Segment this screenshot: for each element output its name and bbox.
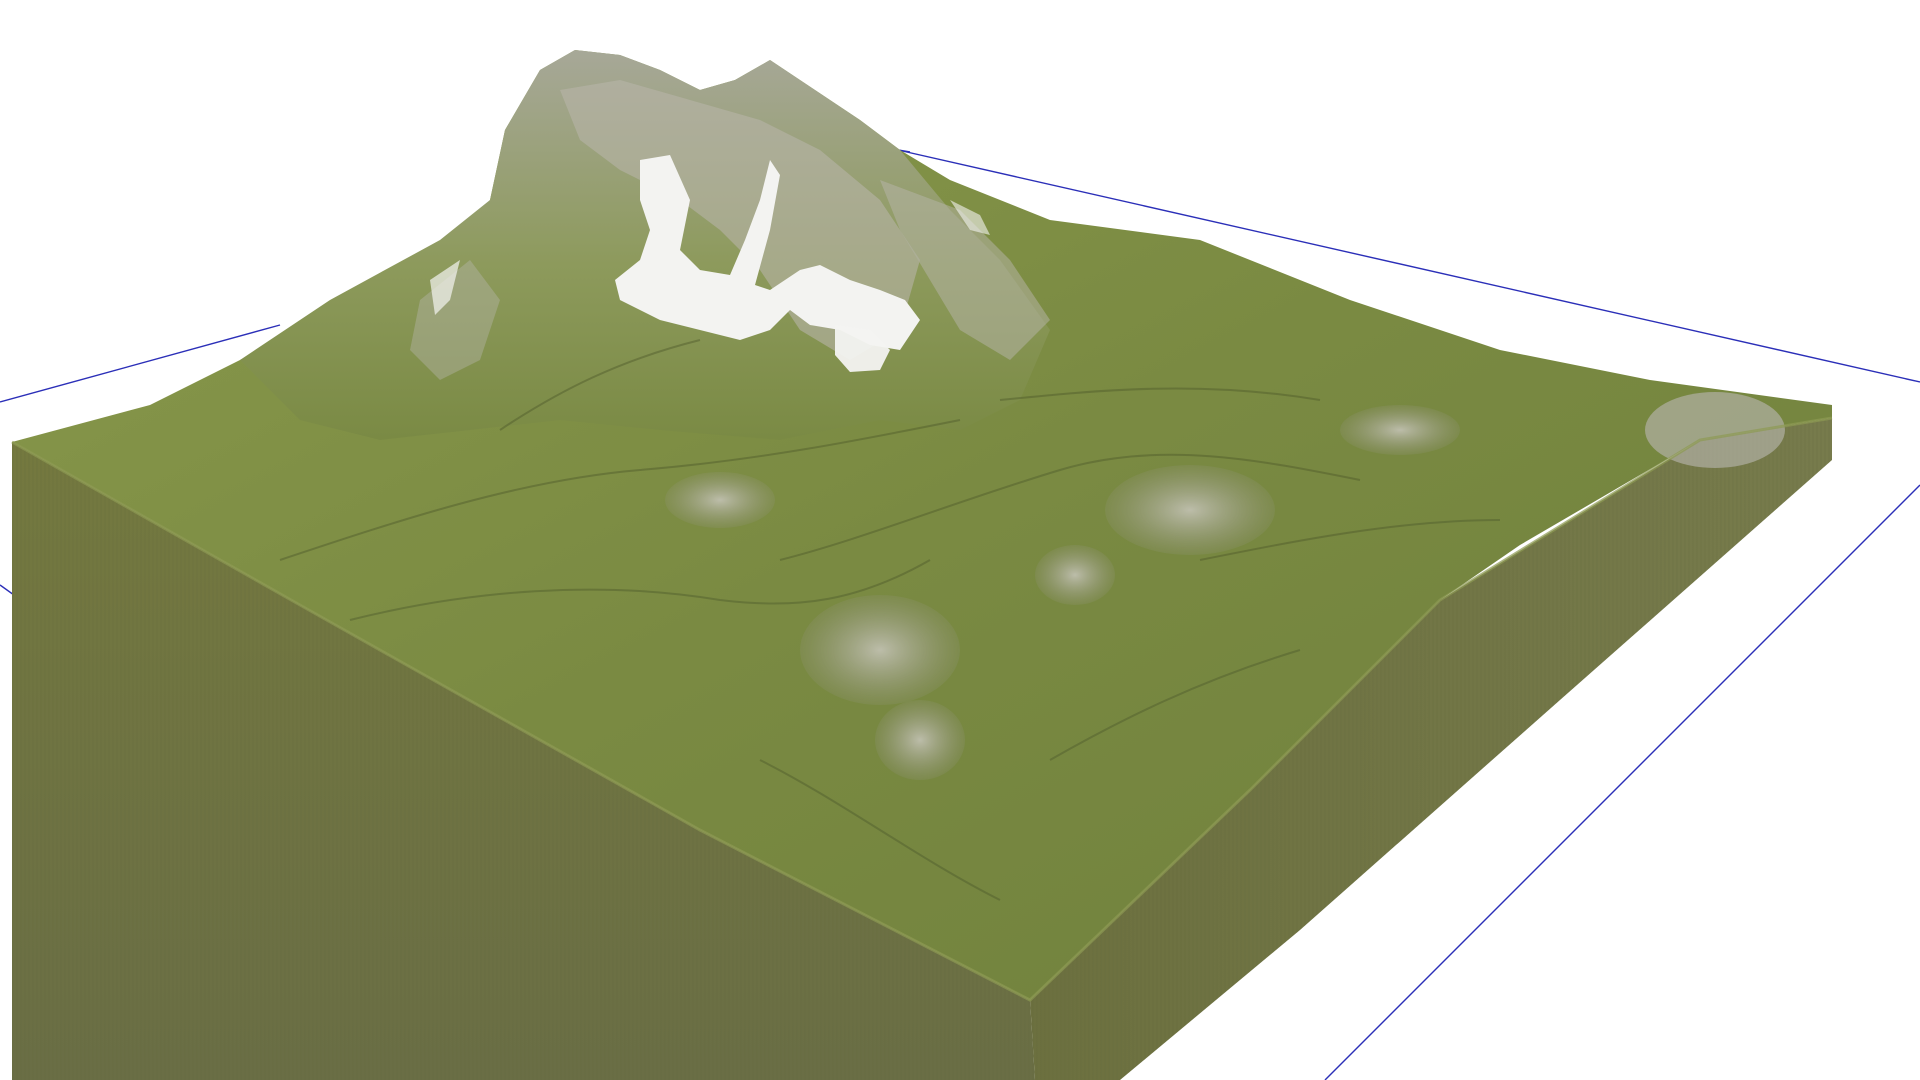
3d-viewport[interactable]: [0, 0, 1920, 1080]
viewport-canvas[interactable]: [0, 0, 1920, 1080]
